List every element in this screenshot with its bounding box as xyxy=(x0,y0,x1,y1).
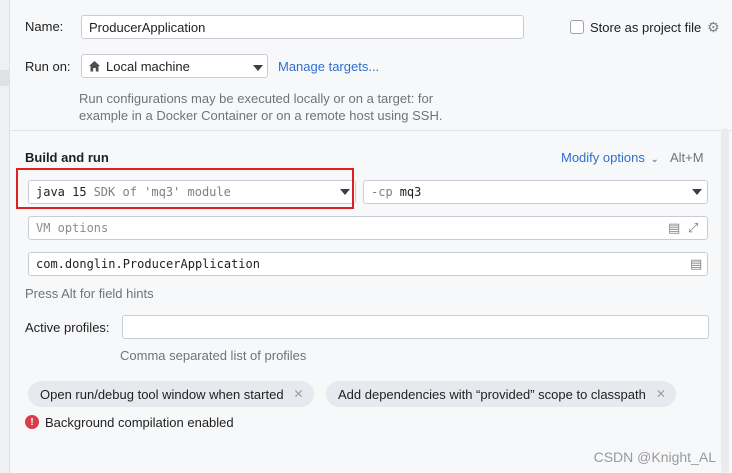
cp-module: mq3 xyxy=(399,185,422,199)
home-icon xyxy=(89,60,100,71)
jdk-description: SDK of 'mq3' module xyxy=(93,185,231,199)
run-on-value: Local machine xyxy=(106,58,190,74)
document-icon[interactable]: ▤ xyxy=(668,221,680,234)
modify-options-shortcut: Alt+M xyxy=(670,150,704,165)
cp-flag: -cp xyxy=(371,185,393,199)
main-class-input[interactable]: com.donglin.ProducerApplication xyxy=(28,252,708,276)
left-side-strip xyxy=(0,0,10,473)
manage-targets-link[interactable]: Manage targets... xyxy=(278,59,379,74)
modify-options-link[interactable]: Modify options ⌄ xyxy=(561,150,659,165)
run-on-hint-line2: example in a Docker Container or on a re… xyxy=(79,108,443,123)
store-as-project-file-label: Store as project file xyxy=(590,20,702,35)
chevron-down-icon xyxy=(253,65,263,71)
run-on-label: Run on: xyxy=(25,59,71,74)
vm-options-input[interactable]: VM options xyxy=(28,216,708,240)
active-profiles-label: Active profiles: xyxy=(25,320,110,335)
jdk-dropdown[interactable]: java 15 SDK of 'mq3' module xyxy=(28,180,356,204)
name-input-value: ProducerApplication xyxy=(89,19,206,35)
chip-label: Add dependencies with “provided” scope t… xyxy=(338,386,646,402)
main-class-value: com.donglin.ProducerApplication xyxy=(36,257,260,271)
name-input[interactable]: ProducerApplication xyxy=(81,15,524,39)
section-divider xyxy=(10,130,732,131)
chevron-down-icon xyxy=(692,189,702,195)
modify-options-label: Modify options xyxy=(561,150,645,165)
chip-label: Open run/debug tool window when started xyxy=(40,386,284,402)
chip-open-run-debug-window: Open run/debug tool window when started … xyxy=(28,381,314,407)
document-icon[interactable]: ▤ xyxy=(690,257,702,270)
vm-options-placeholder: VM options xyxy=(36,221,109,235)
chevron-down-icon: ⌄ xyxy=(650,154,659,165)
watermark: CSDN @Knight_AL xyxy=(593,449,716,465)
run-on-hint-line1: Run configurations may be executed local… xyxy=(79,91,434,106)
close-icon[interactable]: ✕ xyxy=(294,387,304,401)
field-hint: Press Alt for field hints xyxy=(25,286,154,301)
profiles-hint: Comma separated list of profiles xyxy=(120,348,307,363)
chip-add-provided-dependencies: Add dependencies with “provided” scope t… xyxy=(326,381,676,407)
background-compilation-status: Background compilation enabled xyxy=(45,415,234,430)
name-label: Name: xyxy=(25,19,64,34)
error-icon: ! xyxy=(25,415,39,429)
build-and-run-title: Build and run xyxy=(25,150,109,165)
chevron-down-icon xyxy=(340,189,350,195)
scrollbar[interactable] xyxy=(721,128,729,473)
active-profiles-input[interactable] xyxy=(122,315,709,339)
jdk-version: java 15 xyxy=(36,185,87,199)
close-icon[interactable]: ✕ xyxy=(656,387,666,401)
store-as-project-file-checkbox[interactable] xyxy=(570,20,584,34)
gear-icon[interactable]: ⚙ xyxy=(707,20,720,34)
run-on-dropdown[interactable]: Local machine xyxy=(81,54,268,78)
expand-icon[interactable]: ⤢ xyxy=(688,221,698,234)
classpath-module-dropdown[interactable]: -cp mq3 xyxy=(363,180,708,204)
